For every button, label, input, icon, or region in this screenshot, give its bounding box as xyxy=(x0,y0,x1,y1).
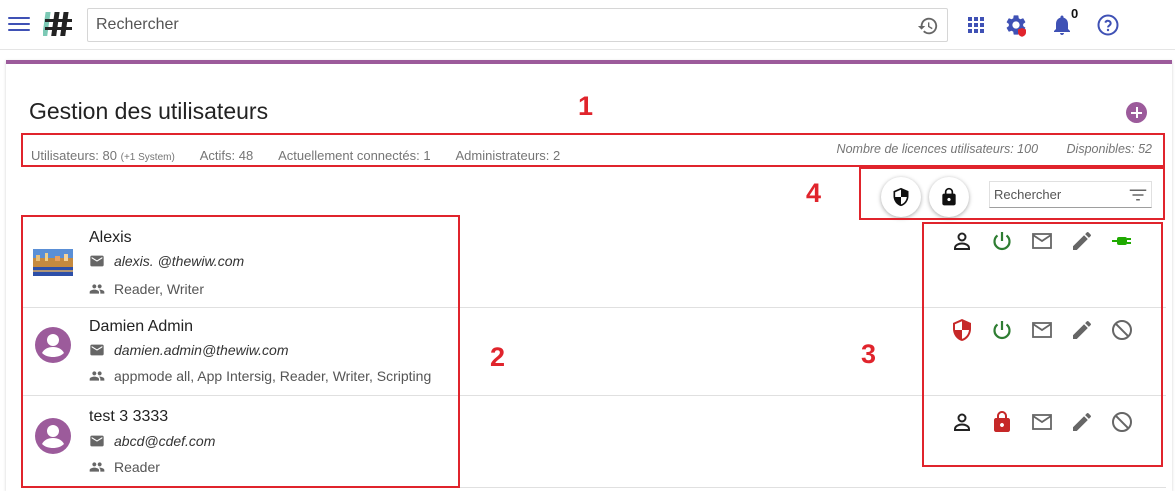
filter-icon[interactable] xyxy=(1127,184,1149,206)
user-email: alexis. @thewiw.com xyxy=(114,253,245,269)
edit-icon[interactable] xyxy=(1070,410,1094,434)
user-icon[interactable] xyxy=(950,229,974,253)
user-icon[interactable] xyxy=(950,410,974,434)
app-logo[interactable] xyxy=(43,9,73,39)
stat-active: Actifs: 48 xyxy=(199,148,254,163)
apps-grid-icon[interactable] xyxy=(964,13,988,37)
user-groups: Reader xyxy=(114,459,160,475)
edit-icon[interactable] xyxy=(1070,229,1094,253)
power-icon[interactable] xyxy=(990,229,1014,253)
user-actions xyxy=(943,229,1143,253)
help-icon[interactable] xyxy=(1096,13,1120,37)
default-avatar-icon xyxy=(35,418,71,454)
licences-available: Disponibles: 52 xyxy=(1066,142,1152,156)
groups-icon xyxy=(89,462,105,472)
plug-icon[interactable] xyxy=(1110,229,1134,253)
user-row[interactable]: test 3 3333 abcd@cdef.com Reader xyxy=(23,396,1166,488)
user-name[interactable]: Alexis xyxy=(89,229,132,247)
add-user-button[interactable] xyxy=(1126,102,1147,123)
stat-connected: Actuellement connectés: 1 xyxy=(278,148,431,163)
user-email-line: damien.admin@thewiw.com xyxy=(89,342,289,358)
user-name[interactable]: test 3 3333 xyxy=(89,408,168,426)
user-actions xyxy=(943,410,1143,434)
edit-icon[interactable] xyxy=(1070,318,1094,342)
admin-shield-icon[interactable] xyxy=(950,318,974,342)
user-groups-line: appmode all, App Intersig, Reader, Write… xyxy=(89,368,431,384)
annotation-label-2: 2 xyxy=(490,342,506,372)
groups-icon xyxy=(89,371,105,381)
user-row[interactable]: Alexis alexis. @thewiw.com Reader, Write… xyxy=(23,219,1166,308)
admin-settings-icon[interactable] xyxy=(1004,13,1028,37)
history-icon[interactable] xyxy=(917,15,939,37)
global-search-input[interactable] xyxy=(88,9,888,41)
page-title: Gestion des utilisateurs xyxy=(29,98,269,124)
mail-icon[interactable] xyxy=(1030,410,1054,434)
top-bar: 0 xyxy=(0,0,1175,50)
mail-icon[interactable] xyxy=(1030,318,1054,342)
menu-icon[interactable] xyxy=(8,14,30,34)
admin-filter-button[interactable] xyxy=(881,177,921,217)
power-icon[interactable] xyxy=(990,318,1014,342)
user-groups-line: Reader, Writer xyxy=(89,281,204,297)
user-row[interactable]: Damien Admin damien.admin@thewiw.com app… xyxy=(23,308,1166,396)
mail-icon xyxy=(90,344,104,356)
groups-icon xyxy=(89,284,105,294)
mail-icon xyxy=(90,255,104,267)
users-search-input[interactable] xyxy=(990,182,1120,207)
mail-icon[interactable] xyxy=(1030,229,1054,253)
global-search[interactable] xyxy=(87,8,948,42)
user-email-line: alexis. @thewiw.com xyxy=(89,253,244,269)
user-actions xyxy=(943,318,1143,342)
user-groups: Reader, Writer xyxy=(114,281,204,297)
block-icon[interactable] xyxy=(1110,410,1134,434)
user-photo-avatar xyxy=(33,245,73,279)
stat-users: Utilisateurs: 80 (+1 System) xyxy=(31,148,175,163)
user-groups: appmode all, App Intersig, Reader, Write… xyxy=(114,368,432,384)
lock-icon xyxy=(942,187,956,206)
users-stats: Utilisateurs: 80 (+1 System) Actifs: 48 … xyxy=(31,148,582,163)
annotation-label-3: 3 xyxy=(861,339,877,369)
mail-icon xyxy=(90,435,104,447)
notifications-badge: 0 xyxy=(1071,6,1079,21)
user-email-line: abcd@cdef.com xyxy=(89,433,215,449)
users-search[interactable] xyxy=(989,181,1152,208)
user-name[interactable]: Damien Admin xyxy=(89,318,193,336)
annotation-label-1: 1 xyxy=(578,91,594,121)
locked-filter-button[interactable] xyxy=(929,177,969,217)
user-email: abcd@cdef.com xyxy=(114,433,216,449)
licences-total: Nombre de licences utilisateurs: 100 xyxy=(836,142,1039,156)
lock-icon[interactable] xyxy=(990,410,1014,434)
block-icon[interactable] xyxy=(1110,318,1134,342)
user-email: damien.admin@thewiw.com xyxy=(114,342,289,358)
shield-icon xyxy=(893,187,909,207)
default-avatar-icon xyxy=(35,327,71,363)
annotation-label-4: 4 xyxy=(806,178,822,208)
licences-info: Nombre de licences utilisateurs: 100 Dis… xyxy=(812,142,1152,156)
stat-admins: Administrateurs: 2 xyxy=(455,148,561,163)
user-groups-line: Reader xyxy=(89,459,160,475)
